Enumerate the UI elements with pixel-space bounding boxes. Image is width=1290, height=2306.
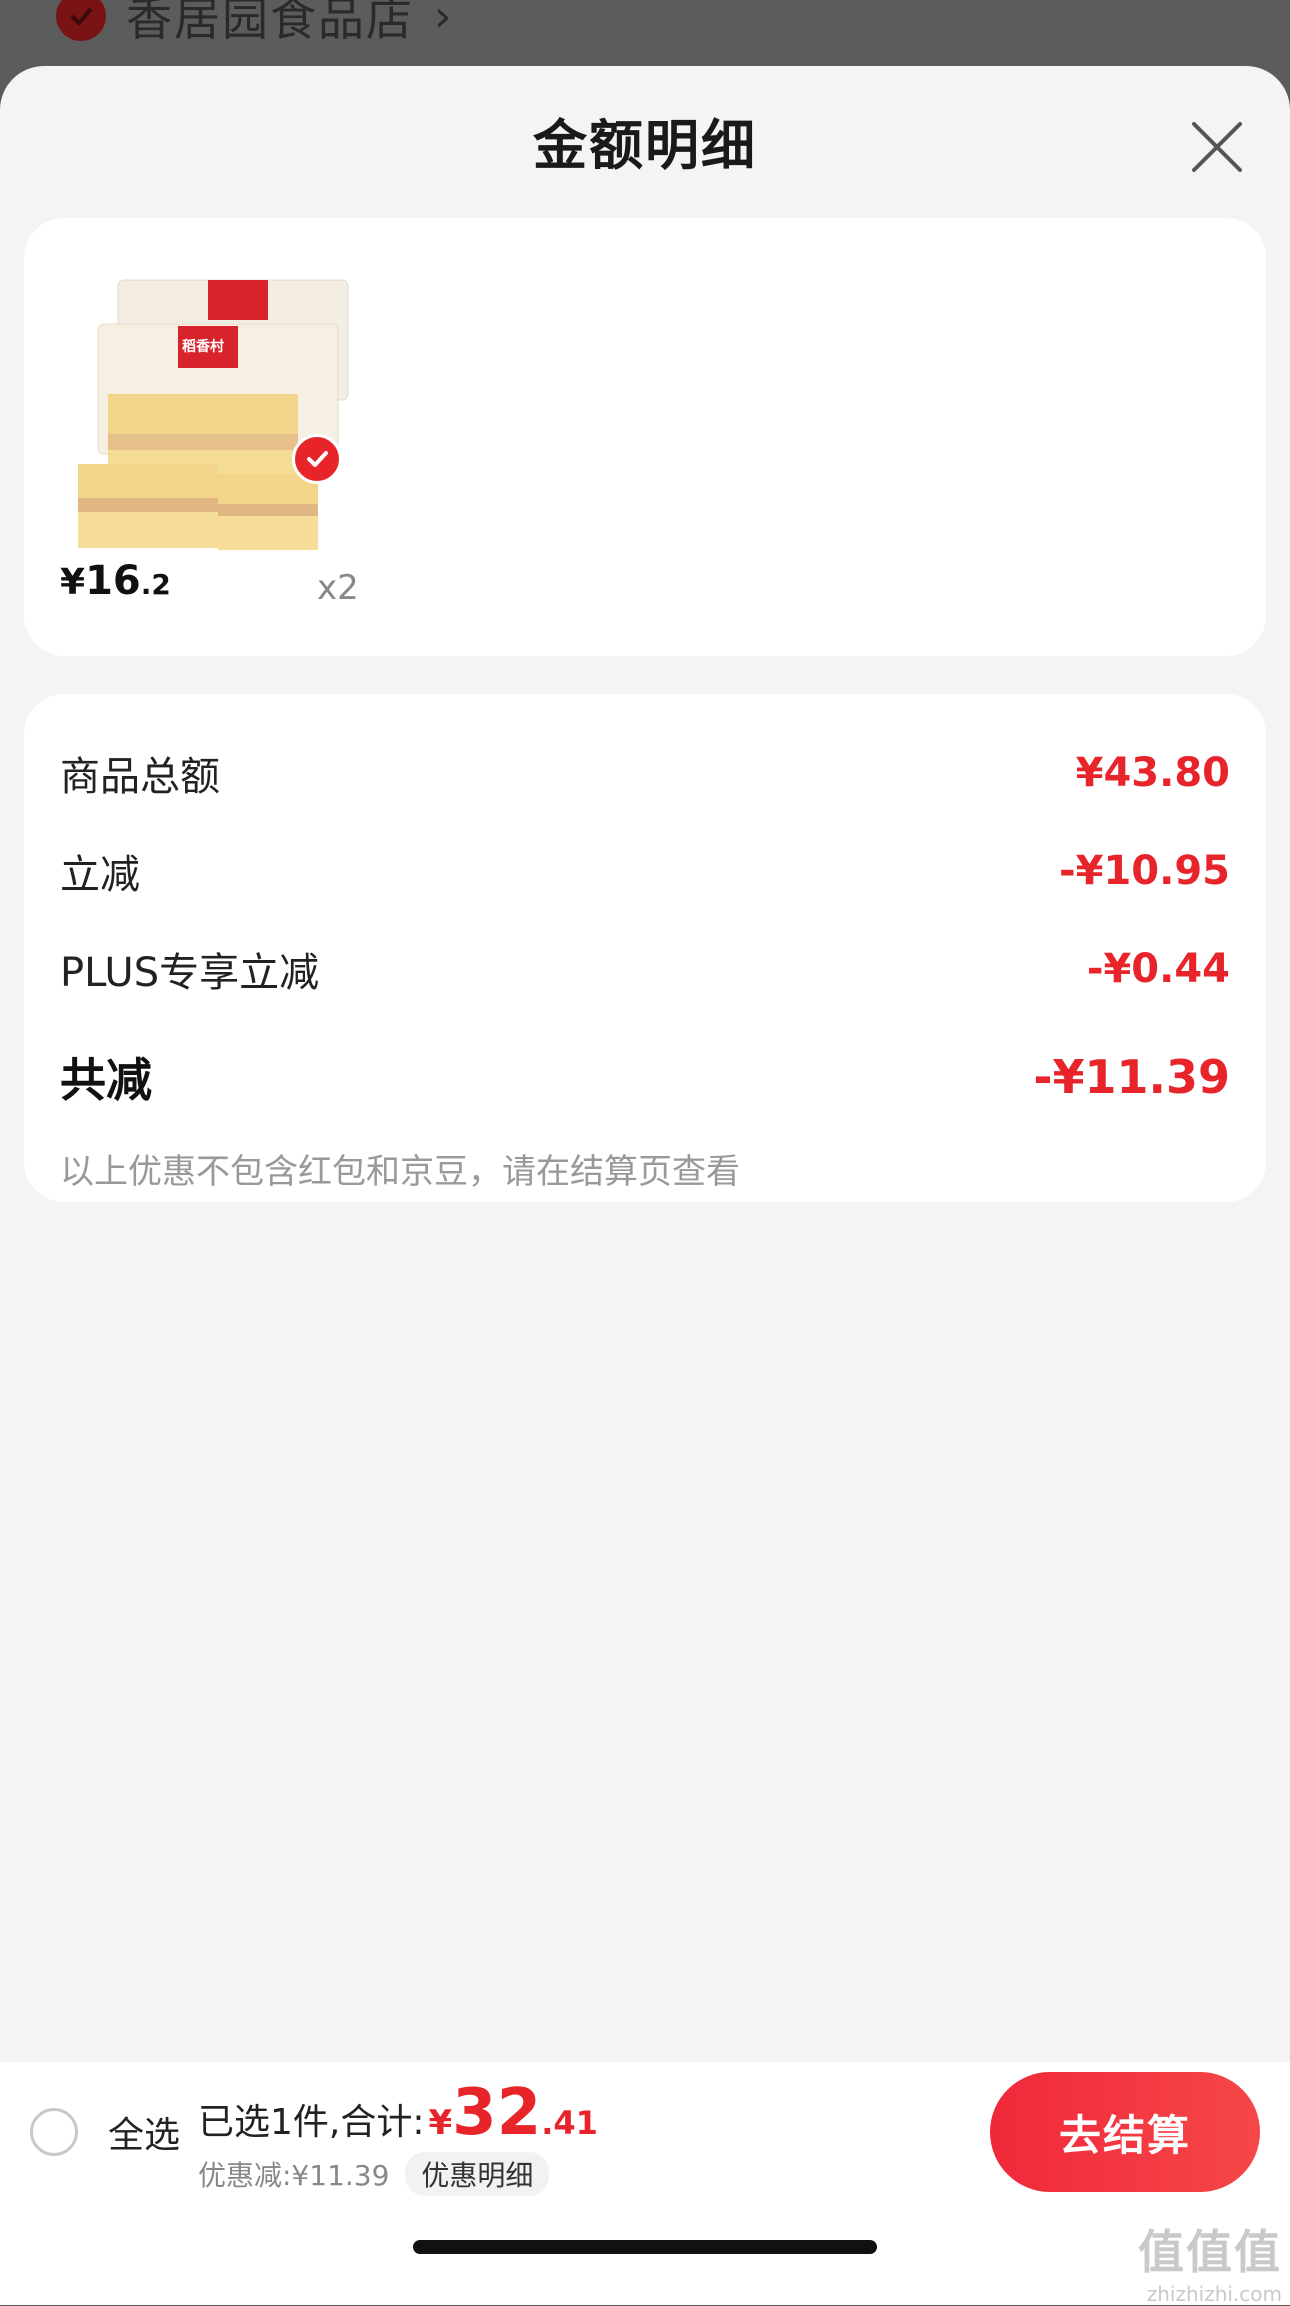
breakdown-label: 商品总额 bbox=[60, 754, 220, 800]
breakdown-row-subtotal: 商品总额 ¥43.80 bbox=[60, 738, 1230, 808]
chevron-right-icon: › bbox=[434, 0, 452, 42]
discount-note: 以上优惠不包含红包和京豆，请在结算页查看 bbox=[60, 1152, 740, 1192]
home-indicator[interactable] bbox=[413, 2240, 877, 2254]
close-icon[interactable] bbox=[1184, 114, 1250, 180]
product-brand-label: 稻香村 bbox=[182, 339, 224, 355]
product-price: ¥16.2 bbox=[60, 558, 171, 618]
discount-line: 优惠减:¥11.39 优惠明细 bbox=[198, 2152, 550, 2196]
background-shop-header: 香居园食品店 › bbox=[56, 0, 452, 46]
amount-detail-sheet: 金额明细 稻香村 ¥16.2 x2 商品总额 ¥43.80 立减 -¥10.95… bbox=[0, 66, 1290, 2305]
breakdown-row-instant-discount: 立减 -¥10.95 bbox=[60, 836, 1230, 906]
breakdown-value: -¥0.44 bbox=[1086, 946, 1230, 992]
total-discount-value: -¥11.39 bbox=[1033, 1050, 1230, 1104]
product-quantity: x2 bbox=[317, 568, 359, 608]
total-decimal: .41 bbox=[541, 2104, 598, 2142]
selected-check-icon[interactable] bbox=[292, 434, 342, 484]
price-currency: ¥ bbox=[60, 562, 86, 603]
breakdown-row-total-discount: 共减 -¥11.39 bbox=[60, 1042, 1230, 1112]
product-card: 稻香村 ¥16.2 x2 bbox=[24, 218, 1266, 656]
breakdown-value: ¥43.80 bbox=[1075, 750, 1230, 796]
breakdown-row-plus-discount: PLUS专享立减 -¥0.44 bbox=[60, 934, 1230, 1004]
discount-amount-text: 优惠减:¥11.39 bbox=[198, 2159, 390, 2192]
total-currency: ¥ bbox=[428, 2103, 453, 2143]
checkout-bar: 全选 已选1件,合计: ¥ 32 .41 优惠减:¥11.39 优惠明细 去结算 bbox=[0, 2062, 1290, 2202]
total-integer: 32 bbox=[452, 2076, 542, 2150]
shop-check-icon bbox=[56, 0, 106, 41]
price-integer: 16 bbox=[85, 558, 141, 604]
summary-text: 已选1件,合计: bbox=[198, 2102, 425, 2143]
select-all-radio[interactable] bbox=[30, 2108, 78, 2156]
price-decimal: .2 bbox=[140, 568, 171, 601]
background-shop-name: 香居园食品店 bbox=[126, 0, 414, 46]
promo-detail-button[interactable]: 优惠明细 bbox=[405, 2152, 550, 2196]
breakdown-label: 立减 bbox=[60, 852, 140, 898]
breakdown-label: PLUS专享立减 bbox=[60, 950, 320, 996]
select-all-label[interactable]: 全选 bbox=[108, 2106, 180, 2158]
sheet-title: 金额明细 bbox=[533, 114, 757, 177]
home-indicator-area: 值值值 zhizhizhi.com bbox=[0, 2202, 1290, 2306]
product-image[interactable]: 稻香村 bbox=[68, 274, 358, 564]
amount-breakdown-card: 商品总额 ¥43.80 立减 -¥10.95 PLUS专享立减 -¥0.44 共… bbox=[24, 694, 1266, 1202]
checkout-button[interactable]: 去结算 bbox=[990, 2072, 1260, 2192]
breakdown-value: -¥10.95 bbox=[1059, 848, 1230, 894]
watermark-logo: 值值值 bbox=[1138, 2225, 1282, 2279]
order-summary: 已选1件,合计: ¥ 32 .41 bbox=[198, 2076, 598, 2150]
watermark: 值值值 zhizhizhi.com bbox=[1138, 2216, 1282, 2306]
total-discount-label: 共减 bbox=[60, 1053, 152, 1107]
watermark-url: zhizhizhi.com bbox=[1146, 2282, 1282, 2306]
